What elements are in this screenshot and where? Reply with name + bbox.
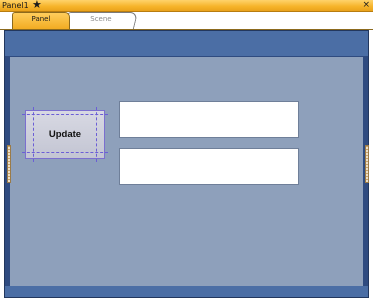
window-title: Panel1 — [2, 1, 29, 10]
right-resize-handle-icon[interactable] — [365, 145, 369, 183]
text-field-1[interactable] — [119, 101, 299, 138]
frame-top-bar — [5, 31, 368, 56]
tab-scene-label: Scene — [90, 15, 112, 23]
tab-strip: Scene Panel — [0, 12, 373, 30]
tab-panel[interactable]: Panel — [12, 12, 70, 29]
update-button[interactable]: Update — [25, 110, 105, 159]
tab-panel-label: Panel — [31, 15, 51, 23]
frame-bottom-bar — [5, 286, 368, 297]
close-icon[interactable]: × — [362, 0, 370, 11]
text-field-2[interactable] — [119, 148, 299, 185]
title-bar[interactable]: Panel1 ★ × — [0, 0, 373, 12]
star-icon: ★ — [32, 0, 42, 11]
panel-window: Panel1 ★ × Scene Panel Update — [0, 0, 373, 301]
tab-scene[interactable]: Scene — [63, 12, 139, 29]
left-resize-handle-icon[interactable] — [7, 145, 11, 183]
